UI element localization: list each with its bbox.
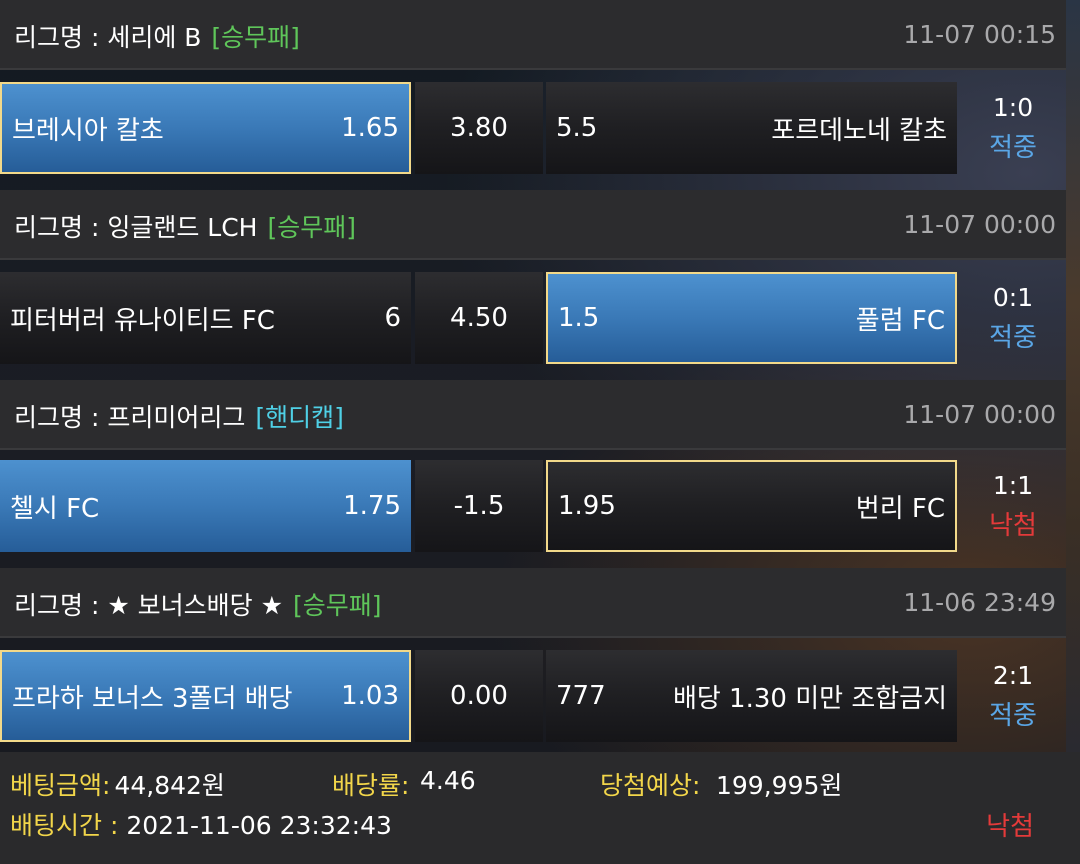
away-team-name: 번리 FC [855, 493, 945, 524]
home-team-name: 프라하 보너스 3폴더 배당 [12, 683, 293, 714]
match-score: 1:1 [992, 471, 1034, 500]
draw-odds-value: 3.80 [450, 113, 508, 143]
away-odds-value: 1.95 [558, 491, 616, 521]
league-header: 리그명 : 세리에 B [승무패] 11-07 00:15 [0, 0, 1066, 70]
odds-rate-label: 배당률: [332, 771, 410, 800]
bet-type-tag: [승무패] [211, 23, 300, 52]
league-label: 리그명 : 프리미어리그 [14, 403, 246, 432]
home-odds-value: 6 [384, 303, 401, 333]
match-result: 1:1 낙첨 [960, 460, 1066, 552]
away-odds-button[interactable]: 5.5 포르데노네 칼초 [546, 82, 957, 174]
match-datetime: 11-07 00:00 [903, 400, 1056, 429]
match-status: 적중 [989, 323, 1037, 353]
bet-amount-label: 베팅금액: [10, 771, 111, 800]
home-team-name: 첼시 FC [10, 493, 100, 524]
league-label: 리그명 : 세리에 B [14, 23, 202, 52]
away-odds-value: 5.5 [556, 113, 598, 143]
bet-history-screen: 리그명 : 세리에 B [승무패] 11-07 00:15 브레시아 칼초 1.6… [0, 0, 1080, 864]
match-status: 적중 [989, 133, 1037, 163]
bet-time-label: 배팅시간 : [10, 811, 119, 840]
bet-type-tag: [승무패] [293, 591, 382, 620]
home-odds-value: 1.65 [341, 113, 399, 143]
home-team-name: 피터버러 유나이티드 FC [10, 305, 275, 336]
odds-rate-value: 4.46 [420, 766, 476, 795]
league-header: 리그명 : 잉글랜드 LCH [승무패] 11-07 00:00 [0, 190, 1066, 260]
expected-win-label: 당첨예상: [600, 771, 701, 800]
summary-line-2: 배팅시간 :2021-11-06 23:32:43 [10, 806, 392, 842]
home-odds-value: 1.75 [343, 491, 401, 521]
bet-outcome-status: 낙첨 [986, 812, 1034, 842]
draw-odds-button[interactable]: 3.80 [415, 82, 543, 174]
bet-summary: 베팅금액: 44,842원 배당률: 4.46 당첨예상: 199,995원 배팅시간… [0, 752, 1080, 864]
bet-amount-value: 44,842원 [114, 771, 225, 800]
match-score: 1:0 [992, 93, 1034, 122]
away-odds-button[interactable]: 1.95 번리 FC [546, 460, 957, 552]
match-row: 브레시아 칼초 1.65 3.80 5.5 포르데노네 칼초 1:0 적중 [0, 72, 1066, 174]
away-team-name: 배당 1.30 미만 조합금지 [672, 683, 947, 714]
match-datetime: 11-06 23:49 [903, 588, 1056, 617]
league-header: 리그명 : ★ 보너스배당 ★ [승무패] 11-06 23:49 [0, 568, 1066, 638]
expected-win-value: 199,995원 [716, 771, 843, 800]
handicap-value: -1.5 [453, 491, 505, 521]
match-row: 첼시 FC 1.75 -1.5 1.95 번리 FC 1:1 낙첨 [0, 450, 1066, 552]
match-row: 피터버러 유나이티드 FC 6 4.50 1.5 풀럼 FC 0:1 적중 [0, 262, 1066, 364]
handicap-value-button[interactable]: -1.5 [415, 460, 543, 552]
draw-odds-button[interactable]: 0.00 [415, 650, 543, 742]
home-odds-button[interactable]: 프라하 보너스 3폴더 배당 1.03 [0, 650, 411, 742]
league-name: 리그명 : ★ 보너스배당 ★ [승무패] [14, 586, 382, 622]
away-team-name: 포르데노네 칼초 [771, 115, 947, 146]
bet-type-tag: [핸디캡] [255, 403, 344, 432]
draw-odds-button[interactable]: 4.50 [415, 272, 543, 364]
background-image-strip [1066, 0, 1080, 752]
league-label: 리그명 : 잉글랜드 LCH [14, 213, 258, 242]
away-odds-button[interactable]: 1.5 풀럼 FC [546, 272, 957, 364]
match-datetime: 11-07 00:15 [903, 20, 1056, 49]
summary-line-1: 베팅금액: 44,842원 배당률: 4.46 당첨예상: 199,995원 [10, 766, 842, 802]
away-odds-button[interactable]: 777 배당 1.30 미만 조합금지 [546, 650, 957, 742]
league-name: 리그명 : 세리에 B [승무패] [14, 18, 300, 54]
league-name: 리그명 : 잉글랜드 LCH [승무패] [14, 208, 356, 244]
home-odds-value: 1.03 [341, 681, 399, 711]
match-score: 2:1 [992, 661, 1034, 690]
match-status: 낙첨 [989, 511, 1037, 541]
away-odds-value: 1.5 [558, 303, 600, 333]
away-odds-value: 777 [556, 681, 606, 711]
match-score: 0:1 [992, 283, 1034, 312]
bet-type-tag: [승무패] [267, 213, 356, 242]
match-result: 2:1 적중 [960, 650, 1066, 742]
league-label: 리그명 : ★ 보너스배당 ★ [14, 591, 284, 620]
match-datetime: 11-07 00:00 [903, 210, 1056, 239]
home-odds-button[interactable]: 피터버러 유나이티드 FC 6 [0, 272, 411, 364]
match-result: 1:0 적중 [960, 82, 1066, 174]
home-odds-button[interactable]: 브레시아 칼초 1.65 [0, 82, 411, 174]
away-team-name: 풀럼 FC [855, 305, 945, 336]
bet-time-value: 2021-11-06 23:32:43 [126, 811, 392, 840]
home-team-name: 브레시아 칼초 [12, 115, 164, 146]
draw-odds-value: 4.50 [450, 303, 508, 333]
match-row: 프라하 보너스 3폴더 배당 1.03 0.00 777 배당 1.30 미만 … [0, 640, 1066, 742]
match-result: 0:1 적중 [960, 272, 1066, 364]
league-name: 리그명 : 프리미어리그 [핸디캡] [14, 398, 344, 434]
league-header: 리그명 : 프리미어리그 [핸디캡] 11-07 00:00 [0, 380, 1066, 450]
draw-odds-value: 0.00 [450, 681, 508, 711]
home-odds-button[interactable]: 첼시 FC 1.75 [0, 460, 411, 552]
match-status: 적중 [989, 701, 1037, 731]
